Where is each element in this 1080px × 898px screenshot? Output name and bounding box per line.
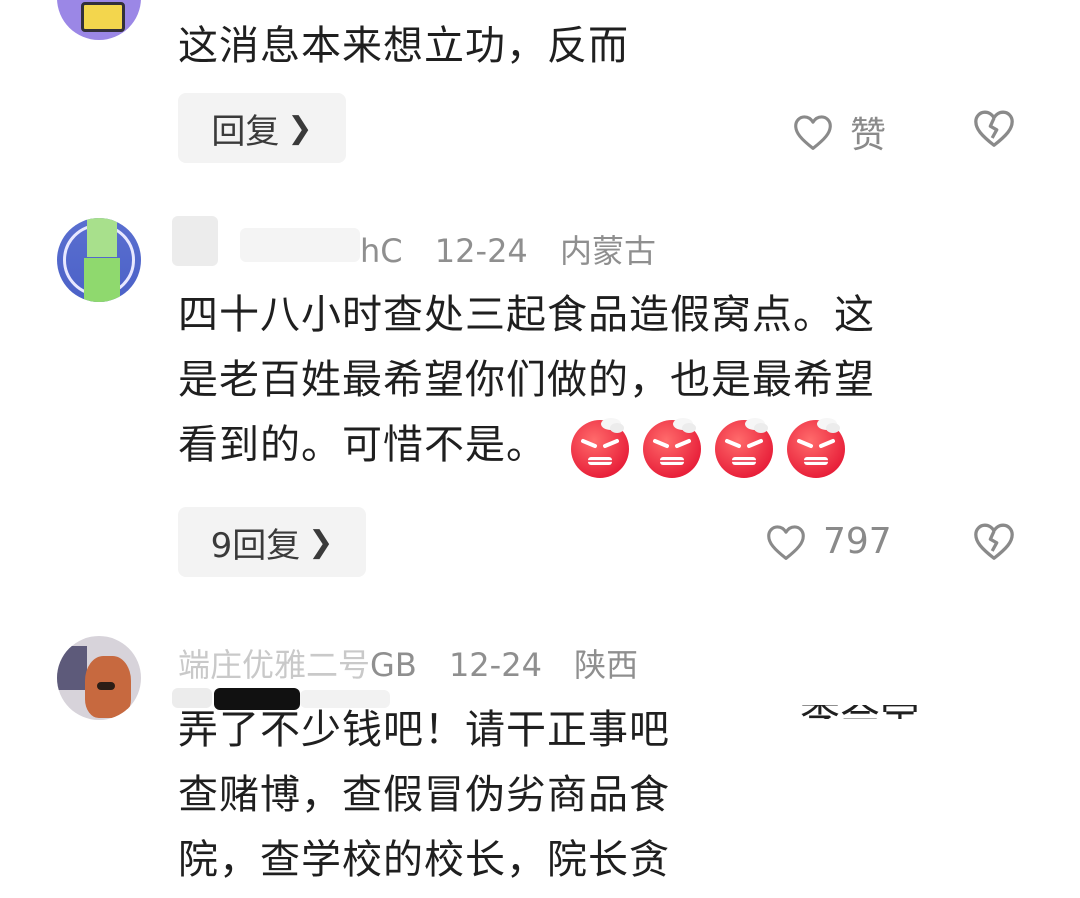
username-blurred[interactable]: 端庄优雅二号 <box>178 646 370 684</box>
broken-heart-icon <box>974 523 1014 560</box>
like-button[interactable]: 赞 <box>792 106 886 158</box>
like-label: 赞 <box>850 115 887 156</box>
angry-face-emoji <box>783 414 849 480</box>
username[interactable]: hC <box>360 232 403 270</box>
comment-line: 看到的。可惜不是。 <box>178 413 875 480</box>
reply-button[interactable]: 9回复 ❯ <box>178 507 366 577</box>
angry-face-emoji <box>567 414 633 480</box>
clipped-text: 李会宝 <box>800 705 950 719</box>
comment-line: 四十八小时查处三起食品造假窝点。这 <box>178 292 875 338</box>
comment-location: 陕西 <box>574 646 639 684</box>
comment-line: 查赌博，查假冒伪劣商品食 <box>178 772 670 818</box>
comment-line: 是老百姓最希望你们做的，也是最希望 <box>178 357 875 403</box>
avatar[interactable] <box>57 218 141 302</box>
broken-heart-icon <box>974 110 1014 147</box>
comment-text: 四十八小时查处三起食品造假窝点。这 是老百姓最希望你们做的，也是最希望 看到的。… <box>178 283 875 480</box>
comment-line-text: 看到的。可惜不是。 <box>178 422 547 468</box>
comment-meta: 端庄优雅二号GB 12-24 陕西 <box>178 640 638 686</box>
avatar[interactable] <box>57 636 141 720</box>
like-count: 797 <box>823 521 892 562</box>
heart-outline-icon <box>767 524 805 560</box>
avatar[interactable] <box>57 0 141 40</box>
reply-label: 9回复 <box>210 525 301 566</box>
redacted-username <box>240 228 360 262</box>
comment-line: 院，查学校的校长，院长贪 <box>178 837 670 883</box>
redacted-username <box>172 216 218 266</box>
comment-location: 内蒙古 <box>559 232 656 270</box>
dislike-button[interactable] <box>972 108 1016 152</box>
username[interactable]: GB <box>370 646 417 684</box>
chevron-right-icon: ❯ <box>308 524 334 560</box>
chevron-right-icon: ❯ <box>287 110 313 146</box>
heart-outline-icon <box>794 115 832 150</box>
emoji-row <box>567 414 849 480</box>
comment-text: 弄了不少钱吧！请干正事吧 查赌博，查假冒伪劣商品食 院，查学校的校长，院长贪 <box>178 698 670 893</box>
reply-button[interactable]: 回复 ❯ <box>178 93 346 163</box>
angry-face-emoji <box>711 414 777 480</box>
like-button[interactable]: 797 <box>765 521 892 562</box>
comment-date: 12-24 <box>434 232 528 270</box>
comment-meta: hC 12-24 内蒙古 <box>360 226 656 272</box>
reply-label: 回复 <box>211 111 280 152</box>
comment-line-text: 弄了不少钱吧！请干正事吧 <box>178 707 670 753</box>
dislike-button[interactable] <box>972 521 1016 565</box>
comment-text: 这消息本来想立功，反而 <box>178 14 629 79</box>
comment-line: 弄了不少钱吧！请干正事吧 <box>178 698 670 763</box>
angry-face-emoji <box>639 414 705 480</box>
comment-line: 这消息本来想立功，反而 <box>178 23 629 69</box>
comment-date: 12-24 <box>448 646 542 684</box>
comment-line-clipped: 李会宝 <box>800 705 950 719</box>
